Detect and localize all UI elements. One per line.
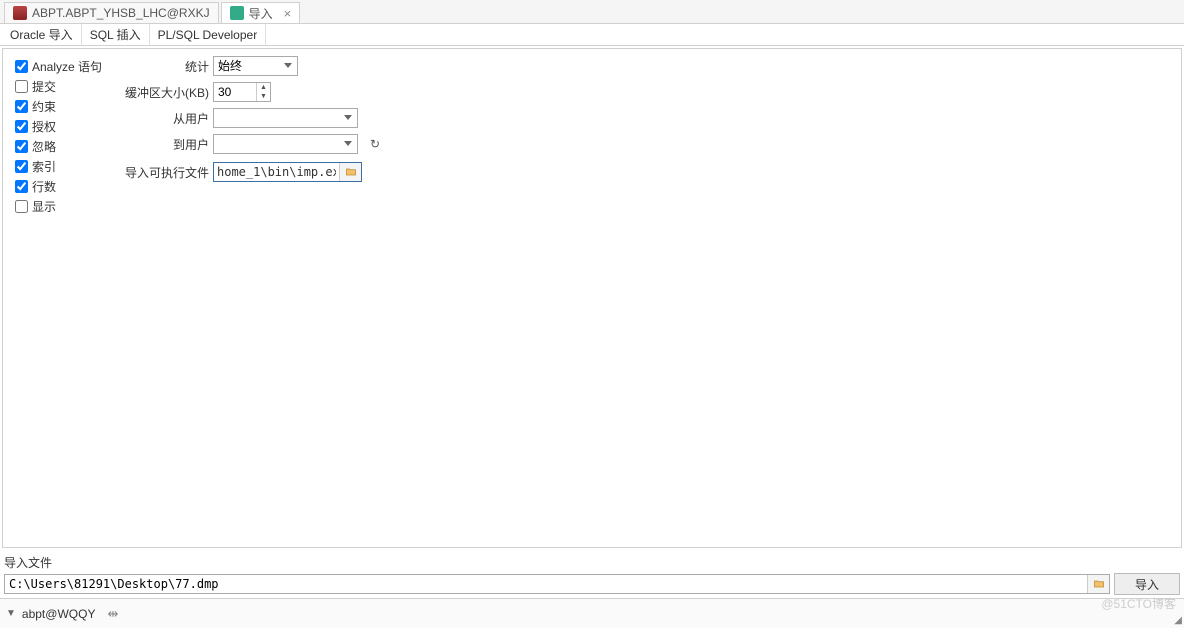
exec-field — [213, 162, 362, 182]
chk-grant-box[interactable] — [15, 120, 28, 133]
spin-up-icon[interactable]: ▲ — [257, 83, 270, 92]
chk-constraint-box[interactable] — [15, 100, 28, 113]
database-icon — [13, 6, 27, 20]
chk-commit-box[interactable] — [15, 80, 28, 93]
folder-icon — [1093, 578, 1105, 590]
stats-select[interactable]: 始终 — [213, 56, 298, 76]
tab-import[interactable]: 导入 × — [221, 2, 301, 23]
chk-commit[interactable]: 提交 — [15, 77, 102, 95]
chk-rows[interactable]: 行数 — [15, 177, 102, 195]
pin-icon[interactable]: ⇹ — [107, 606, 118, 622]
import-file-input[interactable] — [5, 575, 1087, 593]
content-area: Analyze 语句 提交 约束 授权 忽略 索引 行数 显示 统计 始终 缓冲… — [2, 48, 1182, 548]
chk-analyze[interactable]: Analyze 语句 — [15, 57, 102, 75]
folder-icon — [345, 166, 357, 178]
from-user-label: 从用户 — [103, 110, 213, 127]
tab-abpt[interactable]: ABPT.ABPT_YHSB_LHC@RXKJ — [4, 2, 219, 23]
chk-analyze-box[interactable] — [15, 60, 28, 73]
options-checklist: Analyze 语句 提交 约束 授权 忽略 索引 行数 显示 — [15, 57, 102, 215]
import-file-panel: 导入文件 导入 — [4, 554, 1180, 594]
refresh-icon[interactable]: ↻ — [370, 137, 380, 151]
document-tabs: ABPT.ABPT_YHSB_LHC@RXKJ 导入 × — [0, 0, 1184, 24]
import-icon — [230, 6, 244, 20]
file-input-wrap — [4, 574, 1110, 594]
chk-index-box[interactable] — [15, 160, 28, 173]
form-fields: 统计 始终 缓冲区大小(KB) ▲▼ 从用户 到用户 ↻ 导入可执行文件 — [103, 55, 380, 187]
sub-tabs: Oracle 导入 SQL 插入 PL/SQL Developer — [0, 24, 1184, 46]
resize-handle-icon[interactable]: ◢ — [1174, 615, 1182, 626]
subtab-sql-insert[interactable]: SQL 插入 — [82, 24, 150, 45]
to-user-label: 到用户 — [103, 136, 213, 153]
chk-rows-box[interactable] — [15, 180, 28, 193]
status-bar: ▼ abpt@WQQY ⇹ — [0, 598, 1184, 628]
buffer-spin-buttons[interactable]: ▲▼ — [256, 83, 270, 101]
subtab-oracle-import[interactable]: Oracle 导入 — [2, 24, 82, 45]
buffer-label: 缓冲区大小(KB) — [103, 84, 213, 101]
import-button[interactable]: 导入 — [1114, 573, 1180, 595]
chk-ignore[interactable]: 忽略 — [15, 137, 102, 155]
exec-label: 导入可执行文件 — [103, 164, 213, 181]
stats-label: 统计 — [103, 58, 213, 75]
watermark: @51CTO博客 — [1101, 595, 1176, 612]
to-user-combo[interactable] — [213, 134, 358, 154]
chk-grant[interactable]: 授权 — [15, 117, 102, 135]
spin-down-icon[interactable]: ▼ — [257, 92, 270, 101]
exec-input[interactable] — [214, 163, 339, 181]
status-menu-icon[interactable]: ▼ — [6, 608, 16, 619]
subtab-plsql-developer[interactable]: PL/SQL Developer — [150, 24, 267, 45]
exec-browse-button[interactable] — [339, 163, 361, 181]
chk-ignore-box[interactable] — [15, 140, 28, 153]
import-file-label: 导入文件 — [4, 554, 1180, 571]
buffer-spinner[interactable]: ▲▼ — [213, 82, 271, 102]
chk-show-box[interactable] — [15, 200, 28, 213]
file-browse-button[interactable] — [1087, 575, 1109, 593]
close-icon[interactable]: × — [284, 6, 292, 21]
from-user-combo[interactable] — [213, 108, 358, 128]
chk-index[interactable]: 索引 — [15, 157, 102, 175]
chk-show[interactable]: 显示 — [15, 197, 102, 215]
tab-label: ABPT.ABPT_YHSB_LHC@RXKJ — [32, 6, 210, 20]
tab-label: 导入 — [249, 5, 273, 22]
chk-constraint[interactable]: 约束 — [15, 97, 102, 115]
status-connection: abpt@WQQY — [22, 607, 96, 621]
